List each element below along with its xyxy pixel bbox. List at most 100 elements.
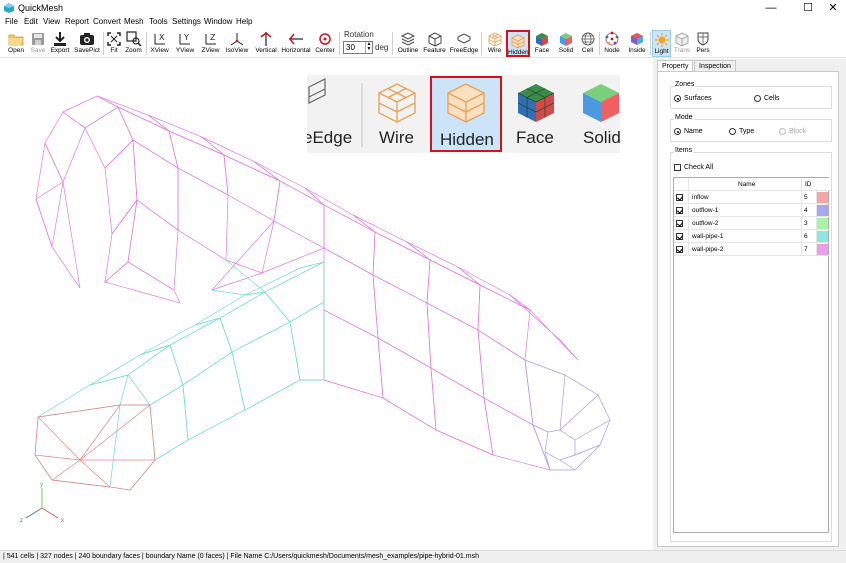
check-all[interactable]: Check All <box>674 164 713 171</box>
radio-dot[interactable] <box>779 128 786 135</box>
row-color-swatch[interactable] <box>817 192 828 203</box>
rotation-spinner[interactable]: ▲ ▼ <box>365 42 372 53</box>
row-checkbox[interactable] <box>676 207 683 214</box>
cell-button[interactable]: Cell <box>579 30 596 57</box>
row-checkbox[interactable] <box>676 246 683 253</box>
radio-type[interactable]: Type <box>729 128 754 135</box>
pers-label: Pers <box>696 47 710 54</box>
row-color-swatch[interactable] <box>817 205 828 216</box>
pers-button[interactable]: Pers <box>694 30 712 57</box>
row-name: outflow-2 <box>692 220 719 227</box>
center-button[interactable]: Center <box>313 30 337 57</box>
column-header-name[interactable]: Name <box>738 181 755 188</box>
feature-label: Feature <box>423 47 446 54</box>
table-row[interactable]: inflow 5 <box>674 191 830 204</box>
axis-y-label: y <box>40 482 43 488</box>
property-panel: Property Inspection Zones Surfaces Cells… <box>653 59 846 550</box>
row-color-swatch[interactable] <box>817 231 828 242</box>
radio-dot[interactable] <box>729 128 736 135</box>
radio-surfaces[interactable]: Surfaces <box>674 95 712 102</box>
radio-cells[interactable]: Cells <box>754 95 780 102</box>
table-row[interactable]: wall-pipe-2 7 <box>674 243 830 256</box>
radio-dot[interactable] <box>674 95 681 102</box>
trans-button[interactable]: Trans <box>672 30 692 57</box>
minimize-button[interactable]: — <box>756 0 786 16</box>
save-button[interactable]: Save <box>28 30 48 57</box>
menu-view[interactable]: View <box>43 17 60 26</box>
zoom-button[interactable]: Zoom <box>123 30 144 57</box>
check-all-box[interactable] <box>674 164 681 171</box>
row-color-swatch[interactable] <box>817 244 828 255</box>
x-view-axes-icon: X <box>154 33 165 45</box>
menu-edit[interactable]: Edit <box>24 17 38 26</box>
freeedge-icon-large <box>308 78 326 104</box>
zview-button[interactable]: Z ZView <box>199 30 222 57</box>
horizontal-label: Horizontal <box>281 47 311 54</box>
axis-z-label: z <box>20 518 23 524</box>
horizontal-button[interactable]: Horizontal <box>281 30 311 57</box>
wire-cube-icon-large <box>378 83 416 123</box>
radio-dot[interactable] <box>754 95 761 102</box>
inflow-mesh <box>34 404 156 491</box>
y-view-axes-icon: Y <box>179 33 190 45</box>
open-button[interactable]: Open <box>4 30 28 57</box>
row-checkbox[interactable] <box>676 220 683 227</box>
fit-button[interactable]: Fit <box>105 30 123 57</box>
solid-button[interactable]: Solid <box>555 30 577 57</box>
table-row[interactable]: wall-pipe-1 6 <box>674 230 830 243</box>
savepict-button[interactable]: SavePict <box>73 30 101 57</box>
radio-name[interactable]: Name <box>674 128 703 135</box>
inside-button[interactable]: Inside <box>626 30 648 57</box>
export-button[interactable]: Export <box>48 30 72 57</box>
zoom-icon <box>125 31 142 47</box>
freeedge-button[interactable]: FreeEdge <box>449 30 479 57</box>
radio-dot[interactable] <box>674 128 681 135</box>
menu-tools[interactable]: Tools <box>149 17 168 26</box>
light-button[interactable]: Light <box>652 30 671 57</box>
row-color-swatch[interactable] <box>817 218 828 229</box>
node-button[interactable]: Node <box>602 30 622 57</box>
feature-button[interactable]: Feature <box>422 30 447 57</box>
row-name: inflow <box>692 194 709 201</box>
svg-text:X: X <box>159 33 165 42</box>
outline-button[interactable]: Outline <box>396 30 420 57</box>
face-button[interactable]: Face <box>532 30 552 57</box>
menu-window[interactable]: Window <box>204 17 232 26</box>
row-checkbox[interactable] <box>676 194 683 201</box>
spin-down-icon[interactable]: ▼ <box>367 46 372 52</box>
column-header-id[interactable]: ID <box>805 181 812 188</box>
menu-convert[interactable]: Convert <box>93 17 121 26</box>
menu-mesh[interactable]: Mesh <box>124 17 144 26</box>
row-checkbox[interactable] <box>676 233 683 240</box>
zoom-label-face: Face <box>516 128 554 147</box>
table-row[interactable]: outflow-1 4 <box>674 204 830 217</box>
close-button[interactable]: ✕ <box>818 0 846 16</box>
horizontal-flip-icon <box>289 33 303 45</box>
hidden-label: Hidden <box>508 49 529 56</box>
zones-group: Zones Surfaces Cells <box>670 81 832 109</box>
svg-text:Z: Z <box>210 33 216 42</box>
vertical-button[interactable]: Vertical <box>253 30 279 57</box>
menu-settings[interactable]: Settings <box>172 17 201 26</box>
menu-file[interactable]: File <box>5 17 18 26</box>
isoview-button[interactable]: IsoView <box>224 30 250 57</box>
xview-button[interactable]: X XView <box>148 30 171 57</box>
isoview-label: IsoView <box>225 47 249 54</box>
hidden-cube-icon <box>511 34 525 49</box>
items-title: Items <box>674 147 694 154</box>
hidden-button[interactable]: Hidden <box>506 30 530 57</box>
wire-button[interactable]: Wire <box>484 30 505 57</box>
radio-block[interactable]: Block <box>779 128 806 135</box>
menu-report[interactable]: Report <box>65 17 89 26</box>
svg-text:Y: Y <box>183 33 189 42</box>
inside-label: Inside <box>628 47 646 54</box>
center-label: Center <box>315 47 335 54</box>
zoom-label-solid: Solid <box>583 128 620 147</box>
camera-icon <box>80 33 94 45</box>
toolbar-separator <box>392 32 393 55</box>
yview-button[interactable]: Y YView <box>173 30 197 57</box>
toolbar-separator <box>103 32 104 55</box>
rotation-label: Rotation <box>344 30 374 39</box>
menu-help[interactable]: Help <box>236 17 252 26</box>
table-row[interactable]: outflow-2 3 <box>674 217 830 230</box>
